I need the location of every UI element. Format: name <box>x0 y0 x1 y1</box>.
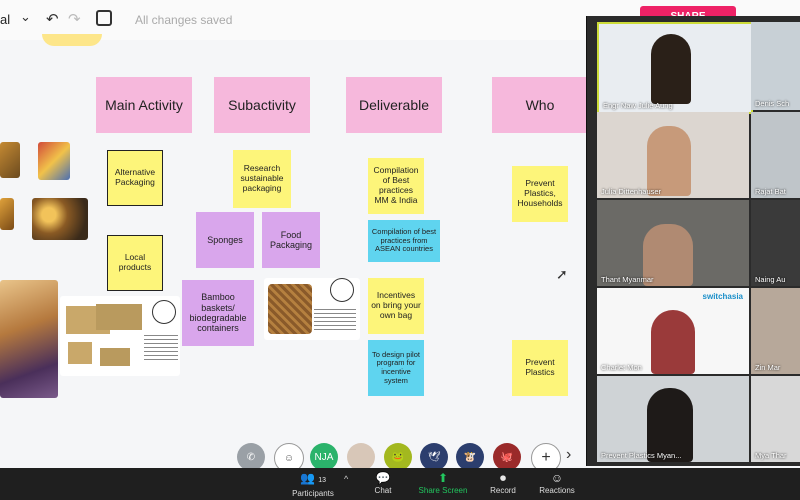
note-alternative-packaging[interactable]: Alternative Packaging <box>107 150 163 206</box>
bamboo-box-image <box>100 348 130 366</box>
chat-icon: 💬 <box>375 471 391 485</box>
participant-name: Denis Sch <box>755 99 790 108</box>
participant-silhouette <box>651 310 695 374</box>
participants-button[interactable]: 👥 13 Participants <box>283 470 343 498</box>
participant-name: Julia Dittenhauser <box>601 187 662 196</box>
video-gallery-panel: Engr Naw Julie Aung Denis Sch Julia Ditt… <box>586 16 800 466</box>
avatar-initials[interactable]: NJA <box>310 443 338 471</box>
switchasia-logo: switchasia <box>702 292 743 301</box>
burmese-caption-lines <box>144 332 178 362</box>
note-local-products[interactable]: Local products <box>107 235 163 291</box>
note-compilation-mm[interactable]: Compilation of Best practices MM & India <box>368 158 424 214</box>
avatar-cow-icon[interactable]: 🐮 <box>456 443 484 471</box>
bamboo-containers-photo[interactable] <box>60 296 180 376</box>
logo-circle <box>152 300 176 324</box>
phone-icon[interactable]: ✆ <box>237 443 265 471</box>
logo-circle <box>330 278 354 302</box>
header-subactivity[interactable]: Subactivity <box>214 77 310 133</box>
chevron-up-icon[interactable]: ^ <box>344 474 348 484</box>
save-status: All changes saved <box>135 13 233 27</box>
avatar-photo[interactable] <box>347 443 375 471</box>
record-icon: ⏺ <box>499 471 506 485</box>
video-tile[interactable]: Prevent Plastics Myan... <box>597 376 749 462</box>
participant-name: Charlet Mon <box>601 363 642 372</box>
video-tile[interactable]: Julia Dittenhauser <box>597 112 749 198</box>
share-screen-icon: ⬆ <box>437 471 449 485</box>
basket-image <box>268 284 312 334</box>
video-tile[interactable]: Mya Thar <box>751 376 800 462</box>
participants-icon: 👥 13 <box>299 471 327 485</box>
bamboo-box-image <box>68 342 92 364</box>
meeting-controls-bar: 👥 13 Participants ^ 💬 Chat ⬆ Share Scree… <box>0 468 800 500</box>
product-photo-4[interactable] <box>32 198 88 240</box>
video-tile[interactable]: Zin Mar <box>751 288 800 374</box>
note-prevent-plastics[interactable]: Prevent Plastics <box>512 340 568 396</box>
participants-count: 13 <box>318 477 327 484</box>
header-main-activity[interactable]: Main Activity <box>96 77 192 133</box>
video-tile[interactable]: Thant Myanmar <box>597 200 749 286</box>
product-photo-2[interactable] <box>38 142 70 180</box>
participants-label: Participants <box>292 489 334 498</box>
mouse-cursor-icon: ➚ <box>556 266 568 282</box>
product-photo-5[interactable] <box>0 280 58 398</box>
note-food-packaging[interactable]: Food Packaging <box>262 212 320 268</box>
note-design-pilot[interactable]: To design pilot program for incentive sy… <box>368 340 424 396</box>
video-tile[interactable]: Naing Au <box>751 200 800 286</box>
note-prevent-households[interactable]: Prevent Plastics, Households <box>512 166 568 222</box>
product-photo-1[interactable] <box>0 142 20 178</box>
chevron-right-icon[interactable]: › <box>566 446 571 464</box>
avatar-octopus-icon[interactable]: 🐙 <box>493 443 521 471</box>
burmese-caption-lines <box>314 306 356 332</box>
chevron-down-icon[interactable]: ⌄ <box>20 9 31 25</box>
undo-icon[interactable]: ↶ <box>46 10 59 28</box>
share-screen-label: Share Screen <box>418 486 468 495</box>
participant-name: Engr Naw Julie Aung <box>603 101 673 110</box>
avatar-frog-icon[interactable]: 🐸 <box>384 443 412 471</box>
note-research-packaging[interactable]: Research sustainable packaging <box>233 150 291 208</box>
reactions-icon: ☺ <box>550 471 564 485</box>
participant-silhouette <box>651 34 691 104</box>
participant-name: Thant Myanmar <box>601 275 654 284</box>
participant-name: Mya Thar <box>755 451 787 460</box>
present-icon[interactable] <box>96 10 112 26</box>
record-button[interactable]: ⏺ Record <box>473 470 533 495</box>
participant-name: Zin Mar <box>755 363 781 372</box>
note-compilation-asean[interactable]: Compilation of best practices from ASEAN… <box>368 220 440 262</box>
header-who[interactable]: Who <box>492 77 588 133</box>
participant-name: Naing Au <box>755 275 786 284</box>
product-photo-3[interactable] <box>0 198 14 230</box>
top-shape-partial <box>42 34 102 46</box>
reactions-label: Reactions <box>539 486 575 495</box>
video-tile-active[interactable]: Engr Naw Julie Aung <box>597 22 753 114</box>
video-tile[interactable]: Rajat Bat <box>751 112 800 198</box>
video-tile[interactable]: switchasia Charlet Mon <box>597 288 749 374</box>
bamboo-box-image <box>96 304 142 330</box>
document-title[interactable]: al <box>0 12 10 27</box>
participant-name: Prevent Plastics Myan... <box>601 451 682 460</box>
share-screen-button[interactable]: ⬆ Share Screen <box>413 470 473 495</box>
chat-button[interactable]: 💬 Chat <box>353 470 413 495</box>
participant-silhouette <box>647 126 691 196</box>
chat-label: Chat <box>374 486 392 495</box>
basket-photo[interactable] <box>264 278 360 340</box>
header-deliverable[interactable]: Deliverable <box>346 77 442 133</box>
video-tile[interactable]: Denis Sch <box>751 22 800 110</box>
avatar-bird-icon[interactable]: 🕊 <box>420 443 448 471</box>
note-bamboo-baskets[interactable]: Bamboo baskets/ biodegradable containers <box>182 280 254 346</box>
reactions-button[interactable]: ☺ Reactions <box>527 470 587 495</box>
participant-name: Rajat Bat <box>755 187 786 196</box>
note-incentives[interactable]: Incentives on bring your own bag <box>368 278 424 334</box>
record-label: Record <box>490 486 516 495</box>
redo-icon[interactable]: ↷ <box>68 10 81 28</box>
note-sponges[interactable]: Sponges <box>196 212 254 268</box>
